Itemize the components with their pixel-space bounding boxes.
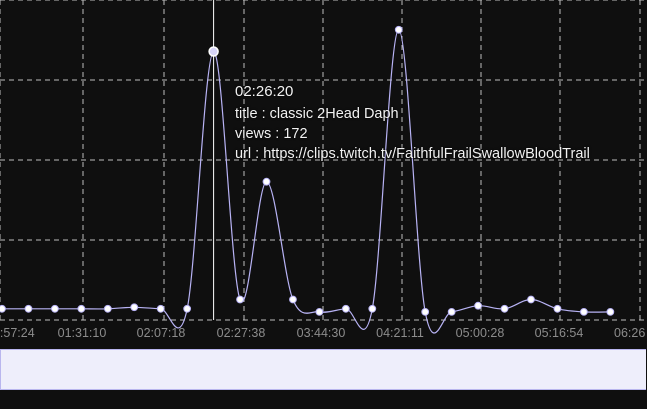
- data-point[interactable]: [51, 304, 59, 313]
- data-point[interactable]: [236, 295, 244, 304]
- x-tick-label: 02:07:18: [137, 326, 186, 340]
- data-point[interactable]: [606, 308, 615, 316]
- data-point[interactable]: [368, 304, 377, 313]
- clip-views-line-chart: 00:57:24 01:31:10 02:07:18 02:27:38 03:44:30…: [0, 0, 647, 340]
- data-point[interactable]: [156, 304, 165, 313]
- data-point[interactable]: [0, 304, 6, 313]
- data-point[interactable]: [130, 303, 139, 312]
- x-tick-label: 03:44:30: [297, 326, 346, 340]
- data-point-highlighted[interactable]: [208, 46, 219, 57]
- data-point[interactable]: [262, 177, 271, 186]
- x-tick-label: 06:26: [614, 326, 645, 340]
- x-tick-label: 05:00:28: [456, 326, 505, 340]
- data-point[interactable]: [341, 304, 350, 313]
- data-point[interactable]: [474, 301, 483, 310]
- data-point[interactable]: [289, 295, 297, 304]
- data-point[interactable]: [527, 295, 535, 304]
- range-selector-bar[interactable]: [0, 349, 646, 390]
- data-point[interactable]: [500, 304, 509, 313]
- x-tick-label: 05:16:54: [535, 326, 584, 340]
- data-point[interactable]: [103, 304, 112, 313]
- series-line: [2, 29, 611, 334]
- x-tick-label: 04:21:11: [376, 326, 424, 340]
- bottom-strip: [0, 390, 647, 409]
- data-point[interactable]: [77, 304, 86, 313]
- x-axis-ticks: 00:57:24 01:31:10 02:07:18 02:27:38 03:44:30…: [0, 326, 645, 340]
- data-point[interactable]: [580, 308, 588, 316]
- data-point[interactable]: [447, 308, 456, 316]
- data-point[interactable]: [315, 308, 324, 316]
- data-point[interactable]: [183, 304, 192, 313]
- x-tick-label: 00:57:24: [0, 326, 35, 340]
- data-point[interactable]: [394, 25, 403, 34]
- chart-gridlines: [0, 0, 647, 321]
- x-tick-label: 02:27:38: [217, 326, 266, 340]
- data-point[interactable]: [421, 308, 430, 316]
- x-tick-label: 01:31:10: [58, 326, 107, 340]
- data-point[interactable]: [553, 304, 562, 313]
- data-points: [0, 25, 615, 316]
- data-point[interactable]: [24, 304, 33, 313]
